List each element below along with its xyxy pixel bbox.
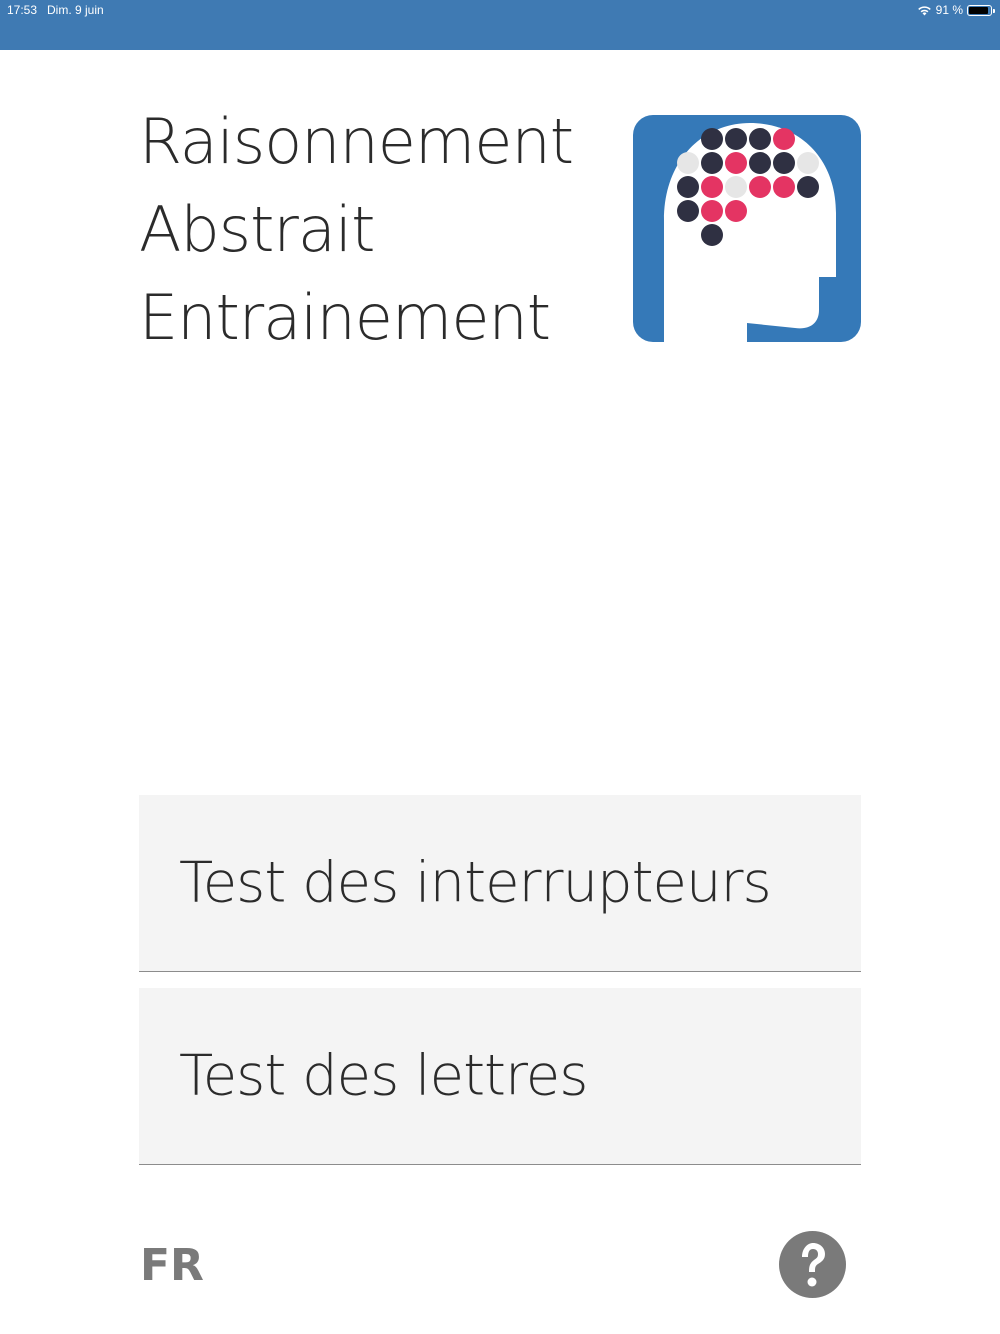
title-line-1: Raisonnement [139, 105, 574, 178]
status-time: 17:53 [7, 3, 38, 17]
logo-dot [725, 128, 747, 150]
logo-dot [725, 176, 747, 198]
logo-dot [749, 128, 771, 150]
app-title: Raisonnement Abstrait Entrainement [139, 98, 574, 362]
logo-dot [701, 128, 723, 150]
logo-dot [677, 152, 699, 174]
logo-dot [749, 176, 771, 198]
logo-dot [701, 200, 723, 222]
logo-dot [677, 200, 699, 222]
logo-dot [701, 224, 723, 246]
status-bar: 17:53 Dim. 9 juin 91 % [0, 0, 1000, 50]
head-dots-logo-icon [633, 115, 861, 342]
title-line-3: Entrainement [139, 281, 551, 354]
wifi-icon [917, 5, 931, 15]
letters-test-label: Test des lettres [179, 1043, 588, 1109]
logo-dot [725, 152, 747, 174]
language-button[interactable]: FR [140, 1240, 204, 1291]
logo-dot [701, 152, 723, 174]
battery-percent: 91 % [935, 3, 963, 17]
logo-dot [773, 176, 795, 198]
logo-dot [725, 200, 747, 222]
logo-dot [773, 128, 795, 150]
logo-dot [797, 176, 819, 198]
switches-test-label: Test des interrupteurs [179, 850, 772, 916]
letters-test-button[interactable]: Test des lettres [139, 988, 861, 1165]
question-mark-icon [802, 1243, 825, 1287]
logo-dot [773, 152, 795, 174]
help-button[interactable] [779, 1231, 846, 1298]
status-indicators: 91 % [917, 3, 995, 17]
logo-dot [797, 152, 819, 174]
logo-dot [749, 152, 771, 174]
battery-icon [967, 4, 995, 16]
switches-test-button[interactable]: Test des interrupteurs [139, 795, 861, 972]
status-date: Dim. 9 juin [47, 3, 104, 17]
battery-level [969, 6, 988, 14]
logo-dot [677, 176, 699, 198]
logo-dot [701, 176, 723, 198]
title-line-2: Abstrait [139, 193, 375, 266]
